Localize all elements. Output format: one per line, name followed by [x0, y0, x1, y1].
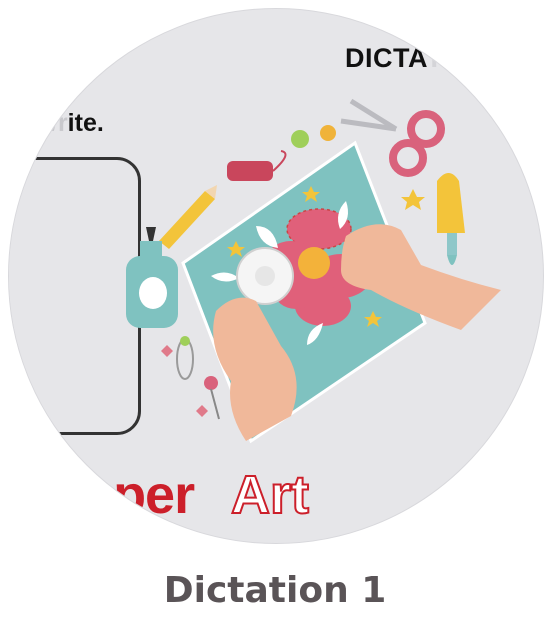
safety-pin-icon	[176, 336, 194, 380]
worksheet-title: Paper	[49, 465, 195, 525]
pencil-icon	[159, 185, 217, 249]
paintbrush-icon	[437, 173, 465, 265]
buttons-icon	[291, 125, 336, 148]
craft-illustration	[126, 98, 501, 444]
worksheet-title-art: Art	[230, 464, 310, 526]
thumbnail-disc[interactable]: DICTATION 3. Write. Paper Art	[8, 8, 544, 544]
lesson-card[interactable]: DICTATION 3. Write. Paper Art Dictation …	[0, 0, 550, 636]
lesson-caption[interactable]: Dictation 1	[0, 570, 550, 611]
thread-spool-icon	[227, 150, 287, 181]
